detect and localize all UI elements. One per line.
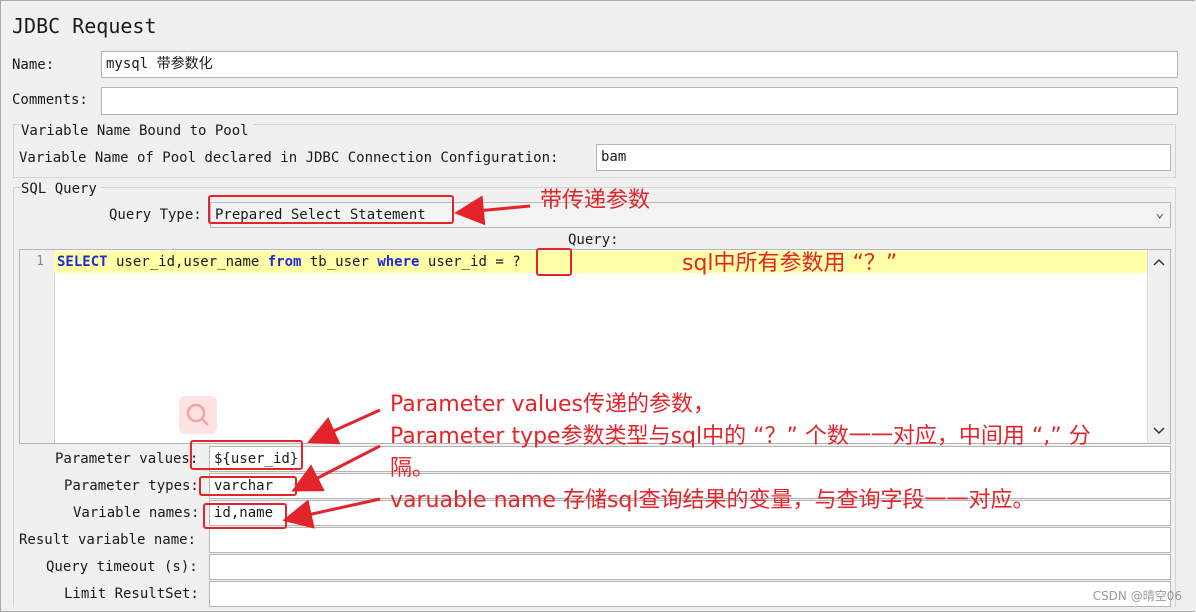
note-sql-param: sql中所有参数用 “？”	[682, 251, 898, 276]
note-query-type: 带传递参数	[540, 188, 651, 213]
arrow-icon	[282, 195, 531, 529]
note-param-values: Parameter values传递的参数，	[390, 392, 716, 417]
note-variable-names: varuable name 存储sql查询结果的变量，与查询字段一一对应。	[390, 488, 1035, 513]
note-param-types-2: 隔。	[390, 456, 435, 481]
watermark: CSDN @晴空06	[1092, 589, 1182, 603]
note-param-types-1: Parameter type参数类型与sql中的 “？” 个数一一对应，中间用 …	[390, 424, 1091, 449]
